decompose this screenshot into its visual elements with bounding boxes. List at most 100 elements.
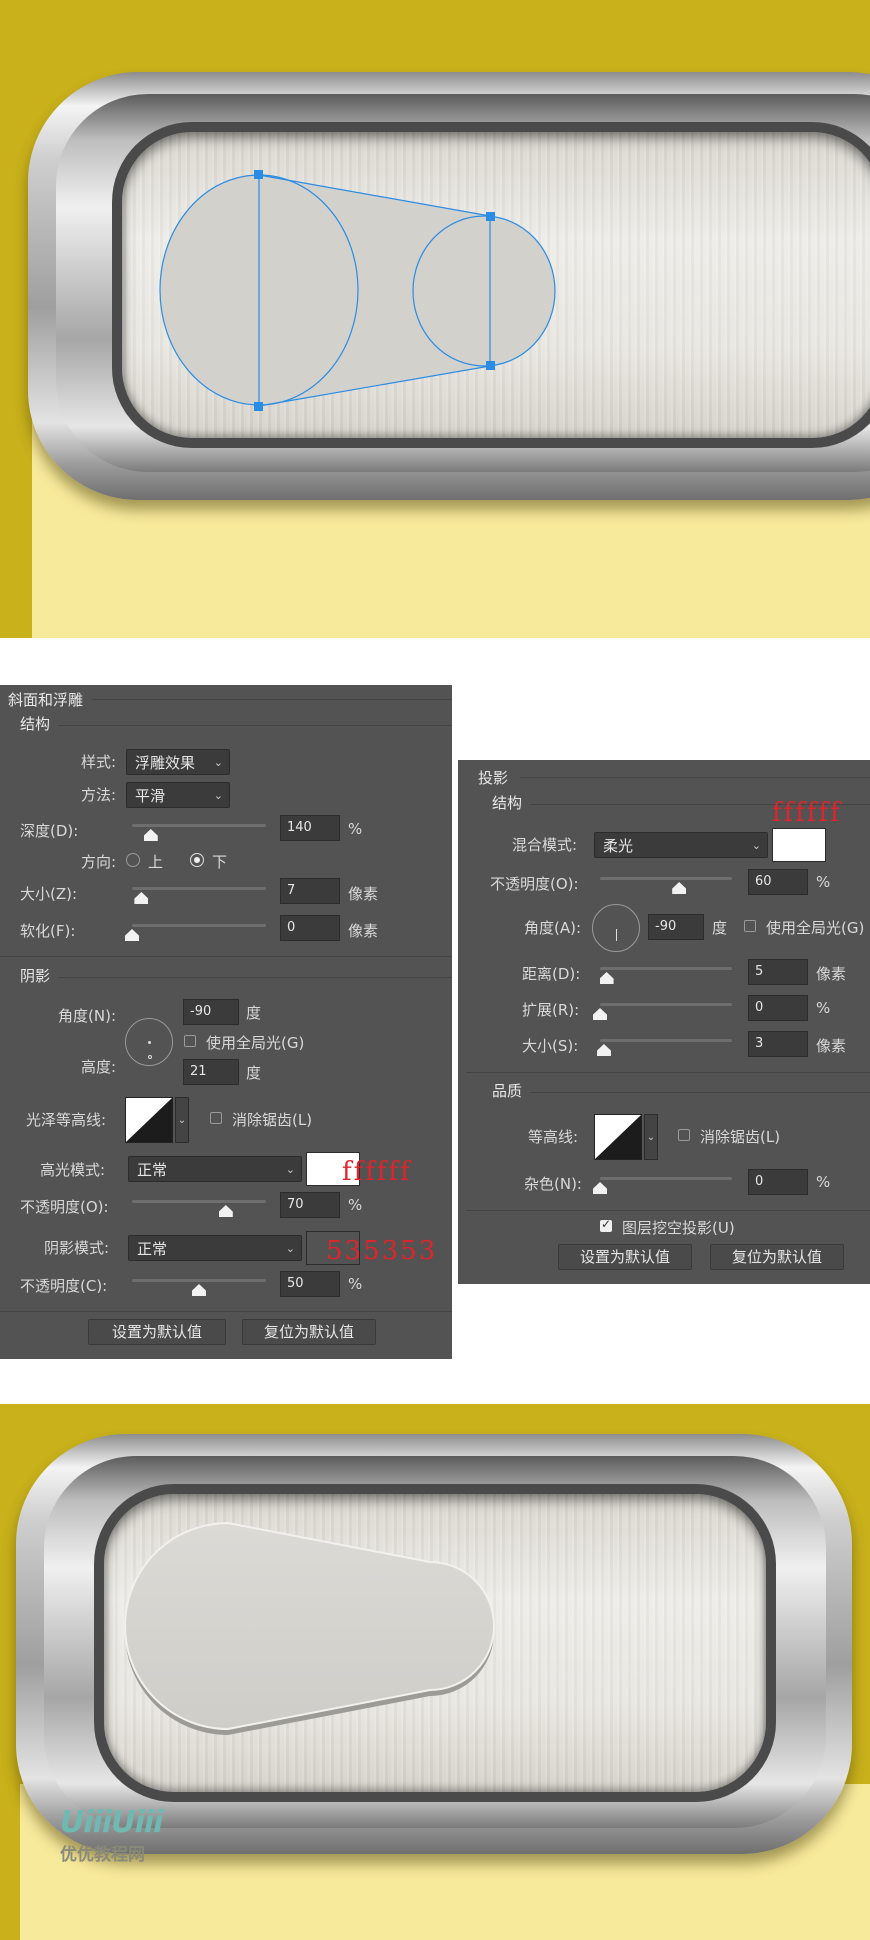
chevron-down-icon[interactable]: ⌄ [644, 1114, 658, 1160]
anchor-point[interactable] [486, 361, 495, 370]
angle-dial[interactable] [125, 1018, 173, 1066]
highlight-mode-value: 正常 [137, 1161, 168, 1179]
size-unit: 像素 [816, 1037, 847, 1055]
opacity-input[interactable]: 60 [748, 869, 808, 895]
pen-path-drawing [159, 170, 556, 411]
direction-up-radio[interactable] [126, 853, 140, 867]
knockout-label: 图层挖空投影(U) [622, 1219, 735, 1237]
chevron-down-icon: ⌄ [213, 756, 223, 769]
highlight-color-note: ffffff [342, 1157, 412, 1187]
size-input[interactable]: 3 [748, 1031, 808, 1057]
shadow-color-note: ffffff [772, 798, 842, 828]
soften-label: 软化(F): [20, 922, 76, 940]
distance-slider-track[interactable] [600, 967, 732, 970]
chevron-down-icon: ⌄ [213, 789, 223, 802]
opacity-slider-track[interactable] [600, 877, 732, 880]
size-label: 大小(S): [522, 1037, 579, 1055]
soften-slider-track[interactable] [132, 924, 266, 927]
altitude-unit: 度 [246, 1064, 262, 1082]
size-slider-track[interactable] [600, 1039, 732, 1042]
noise-slider-track[interactable] [600, 1177, 732, 1180]
global-light-checkbox[interactable] [184, 1035, 196, 1047]
distance-input[interactable]: 5 [748, 959, 808, 985]
reset-default-button[interactable]: 复位为默认值 [710, 1244, 844, 1270]
highlight-opacity-input[interactable]: 70 [280, 1192, 340, 1218]
highlight-opacity-label: 不透明度(O): [20, 1198, 109, 1216]
quality-header: 品质 [492, 1082, 523, 1100]
small-circle-path [412, 215, 556, 367]
blend-mode-value: 柔光 [603, 837, 634, 855]
style-dropdown[interactable]: 浮雕效果 ⌄ [126, 749, 230, 775]
shadow-opacity-track[interactable] [132, 1279, 266, 1282]
global-light-checkbox[interactable] [744, 920, 756, 932]
chevron-down-icon[interactable]: ⌄ [175, 1097, 189, 1143]
illustration-path-step [0, 0, 870, 638]
size-slider-track[interactable] [132, 887, 266, 890]
technique-value: 平滑 [135, 787, 166, 805]
contour-picker[interactable] [594, 1114, 642, 1160]
shadow-mode-label: 阴影模式: [44, 1239, 110, 1257]
shadow-opacity-label: 不透明度(C): [20, 1277, 108, 1295]
distance-unit: 像素 [816, 965, 847, 983]
direction-down-radio[interactable] [190, 853, 204, 867]
style-label: 样式: [80, 753, 116, 771]
knockout-checkbox[interactable] [600, 1217, 612, 1232]
watermark-logo: UiiiUiii [60, 1805, 163, 1840]
panel-title: 投影 [478, 769, 509, 787]
direction-down-label: 下 [212, 853, 228, 871]
drop-shadow-panel: 投影 结构 ffffff 混合模式: 柔光 ⌄ 不透明度(O): 60 % 角度… [458, 760, 870, 1284]
highlight-opacity-track[interactable] [132, 1200, 266, 1203]
depth-slider-track[interactable] [132, 824, 266, 827]
angle-unit: 度 [712, 919, 728, 937]
direction-up-label: 上 [148, 853, 164, 871]
highlight-mode-label: 高光模式: [40, 1161, 106, 1179]
spread-unit: % [816, 999, 831, 1017]
spread-slider-track[interactable] [600, 1003, 732, 1006]
anti-alias-checkbox[interactable] [678, 1129, 690, 1141]
spread-label: 扩展(R): [522, 1001, 580, 1019]
noise-label: 杂色(N): [524, 1175, 582, 1193]
noise-unit: % [816, 1173, 831, 1191]
contour-label: 等高线: [528, 1128, 579, 1146]
angle-input[interactable]: -90 [183, 999, 239, 1025]
shadow-opacity-input[interactable]: 50 [280, 1271, 340, 1297]
soften-unit: 像素 [348, 922, 379, 940]
chevron-down-icon: ⌄ [751, 839, 761, 852]
shadow-color-note: 535353 [326, 1236, 438, 1266]
size-unit: 像素 [348, 885, 379, 903]
structure-header: 结构 [492, 794, 523, 812]
spread-input[interactable]: 0 [748, 995, 808, 1021]
make-default-button[interactable]: 设置为默认值 [558, 1244, 692, 1270]
angle-input[interactable]: -90 [648, 914, 704, 940]
depth-label: 深度(D): [20, 822, 79, 840]
noise-input[interactable]: 0 [748, 1169, 808, 1195]
opacity-unit: % [816, 873, 831, 891]
soften-input[interactable]: 0 [280, 915, 340, 941]
anchor-point[interactable] [254, 402, 263, 411]
bevel-emboss-panel: 斜面和浮雕 结构 样式: 浮雕效果 ⌄ 方法: 平滑 ⌄ 深度(D): 140 … [0, 685, 452, 1359]
panel-title: 斜面和浮雕 [8, 691, 84, 709]
depth-input[interactable]: 140 [280, 815, 340, 841]
gloss-contour-label: 光泽等高线: [26, 1111, 107, 1129]
anchor-point[interactable] [254, 170, 263, 179]
blend-mode-dropdown[interactable]: 柔光 ⌄ [594, 832, 768, 858]
shadow-color-swatch[interactable] [772, 828, 826, 862]
highlight-opacity-unit: % [348, 1196, 363, 1214]
anti-alias-checkbox[interactable] [210, 1112, 222, 1124]
highlight-mode-dropdown[interactable]: 正常 ⌄ [128, 1156, 302, 1182]
anti-alias-label: 消除锯齿(L) [232, 1111, 313, 1129]
anchor-point[interactable] [486, 212, 495, 221]
reset-default-button[interactable]: 复位为默认值 [242, 1319, 376, 1345]
direction-label: 方向: [80, 853, 116, 871]
blend-mode-label: 混合模式: [512, 836, 578, 854]
technique-dropdown[interactable]: 平滑 ⌄ [126, 782, 230, 808]
shadow-mode-value: 正常 [137, 1240, 168, 1258]
size-input[interactable]: 7 [280, 878, 340, 904]
make-default-button[interactable]: 设置为默认值 [88, 1319, 226, 1345]
shadow-mode-dropdown[interactable]: 正常 ⌄ [128, 1235, 302, 1261]
altitude-input[interactable]: 21 [183, 1059, 239, 1085]
global-light-label: 使用全局光(G) [766, 919, 865, 937]
gloss-contour-picker[interactable] [125, 1097, 173, 1143]
anti-alias-label: 消除锯齿(L) [700, 1128, 781, 1146]
angle-dial[interactable] [592, 904, 640, 952]
